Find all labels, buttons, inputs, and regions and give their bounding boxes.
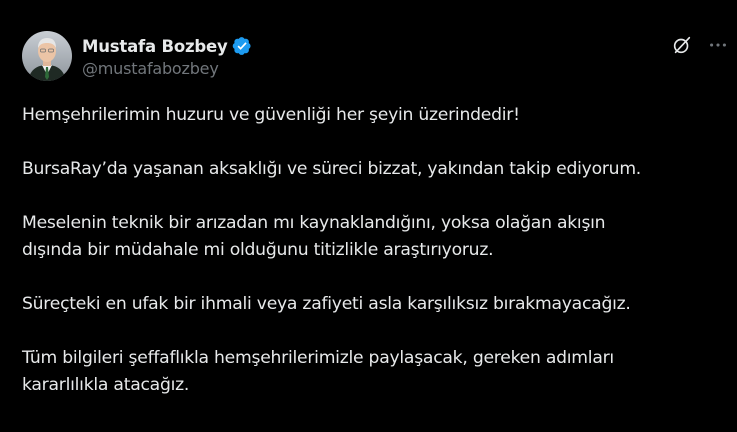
post-paragraph: Tüm bilgileri şeffaflıkla hemşehrilerimi…	[22, 348, 614, 395]
post-paragraph: BursaRay’da yaşanan aksaklığı ve süreci …	[22, 159, 642, 179]
avatar[interactable]	[22, 31, 72, 81]
post-paragraph: Meselenin teknik bir arızadan mı kaynakl…	[22, 213, 606, 260]
post-header: Mustafa Bozbey @mustafabozbey	[22, 30, 252, 82]
author-handle[interactable]: @mustafabozbey	[82, 59, 252, 78]
post-text: Hemşehrilerimin huzuru ve güvenliği her …	[22, 102, 722, 426]
display-name-row: Mustafa Bozbey	[82, 34, 252, 58]
more-horizontal-icon[interactable]	[707, 34, 729, 56]
avatar-image	[22, 31, 72, 81]
author-names: Mustafa Bozbey @mustafabozbey	[82, 34, 252, 78]
header-actions	[671, 34, 729, 56]
post-card: Mustafa Bozbey @mustafabozbey Hemşehrile…	[0, 0, 737, 432]
post-paragraph: Süreçteki en ufak bir ihmali veya zafiye…	[22, 294, 631, 314]
author-display-name[interactable]: Mustafa Bozbey	[82, 37, 228, 56]
verified-badge-icon[interactable]	[232, 36, 252, 56]
grok-icon[interactable]	[671, 34, 693, 56]
post-paragraph: Hemşehrilerimin huzuru ve güvenliği her …	[22, 105, 520, 125]
